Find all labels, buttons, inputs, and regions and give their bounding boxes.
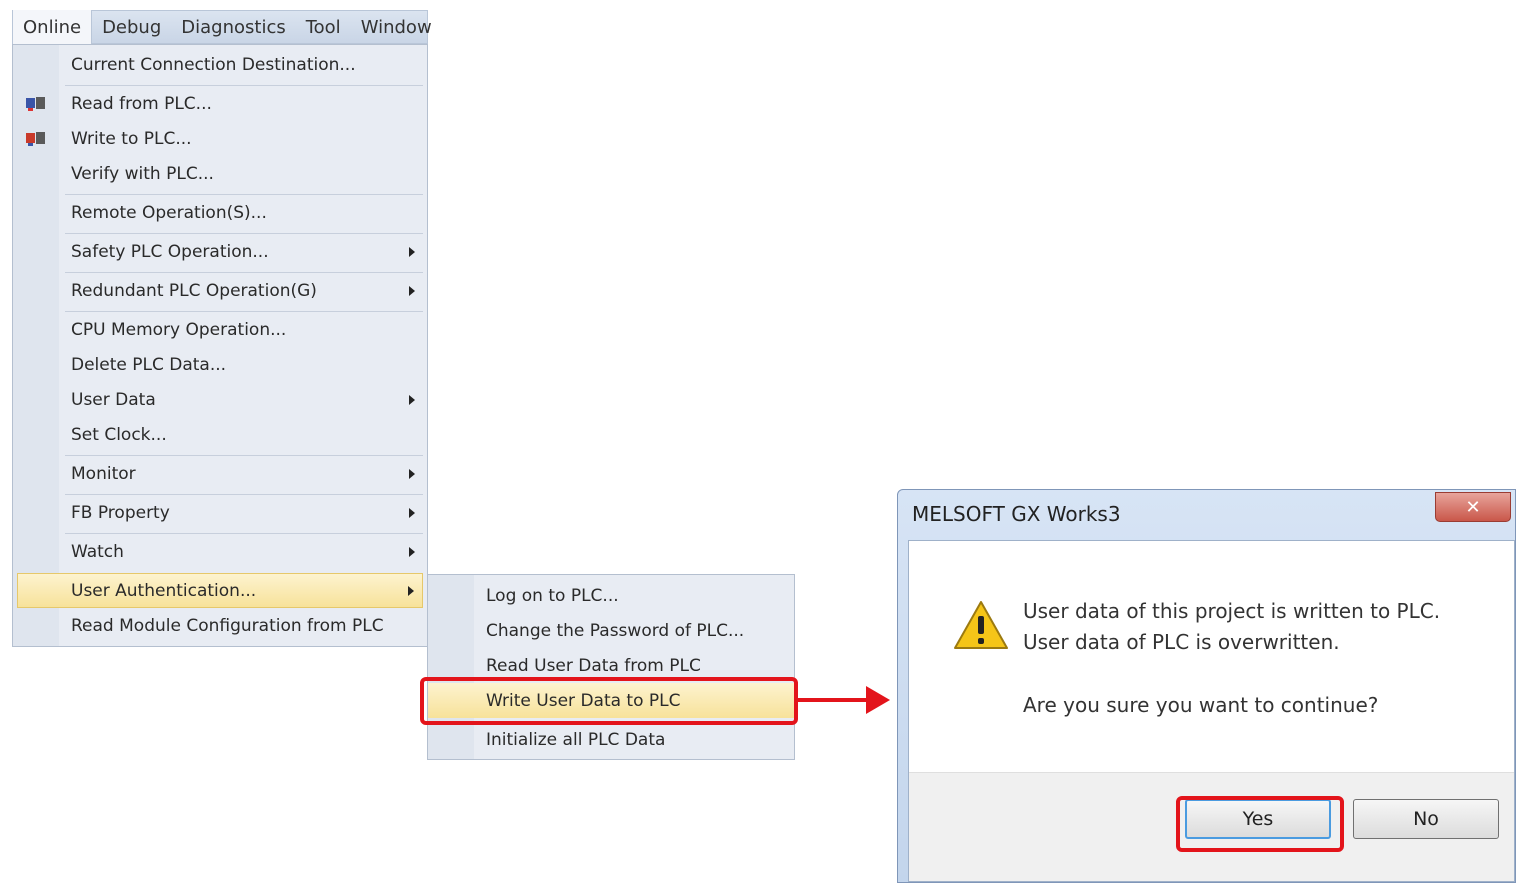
write-user-data-highlight-box <box>420 677 798 725</box>
menu-item-delete-plc-data[interactable]: Delete PLC Data... <box>13 347 427 382</box>
menu-item-label: Verify with PLC... <box>71 163 214 184</box>
menu-item-user-authentication[interactable]: User Authentication... <box>17 573 423 608</box>
submenu-item-label: Log on to PLC... <box>486 585 619 606</box>
submenu-item-initialize-plc-data[interactable]: Initialize all PLC Data <box>428 722 794 757</box>
submenu-item-label: Read User Data from PLC <box>486 655 701 676</box>
submenu-arrow-icon <box>409 546 415 557</box>
close-button[interactable]: ✕ <box>1435 492 1511 522</box>
menu-item-verify-with-plc[interactable]: Verify with PLC... <box>13 156 427 191</box>
menu-item-label: CPU Memory Operation... <box>71 319 287 340</box>
menu-item-read-from-plc[interactable]: Read from PLC... <box>13 86 427 121</box>
no-button[interactable]: No <box>1353 799 1499 839</box>
menu-item-write-to-plc[interactable]: Write to PLC... <box>13 121 427 156</box>
menu-item-label: User Authentication... <box>71 580 257 601</box>
menu-item-label: Delete PLC Data... <box>71 354 227 375</box>
submenu-arrow-icon <box>409 468 415 479</box>
menu-window[interactable]: Window <box>351 11 442 43</box>
menu-item-watch[interactable]: Watch <box>13 534 427 569</box>
submenu-arrow-icon <box>409 507 415 518</box>
menu-item-label: Remote Operation(S)... <box>71 202 267 223</box>
menu-item-label: Safety PLC Operation... <box>71 241 269 262</box>
menu-item-cpu-memory-operation[interactable]: CPU Memory Operation... <box>13 312 427 347</box>
menu-item-current-connection[interactable]: Current Connection Destination... <box>13 47 427 82</box>
menu-debug[interactable]: Debug <box>92 11 171 43</box>
menu-item-safety-plc-operation[interactable]: Safety PLC Operation... <box>13 234 427 269</box>
menu-item-user-data[interactable]: User Data <box>13 382 427 417</box>
menu-item-redundant-plc-operation[interactable]: Redundant PLC Operation(G) <box>13 273 427 308</box>
menu-item-label: Read from PLC... <box>71 93 212 114</box>
submenu-item-log-on[interactable]: Log on to PLC... <box>428 578 794 613</box>
submenu-arrow-icon <box>408 585 414 596</box>
dialog-message-line1: User data of this project is written to … <box>1023 599 1441 623</box>
warning-icon <box>953 599 1009 651</box>
dialog-question: Are you sure you want to continue? <box>1023 693 1379 717</box>
submenu-arrow-icon <box>409 246 415 257</box>
menu-item-label: FB Property <box>71 502 170 523</box>
write-plc-icon <box>25 131 47 147</box>
menu-item-label: Current Connection Destination... <box>71 54 356 75</box>
yes-button-highlight-box <box>1176 796 1344 852</box>
menu-item-label: Redundant PLC Operation(G) <box>71 280 317 301</box>
menu-item-remote-operation[interactable]: Remote Operation(S)... <box>13 195 427 230</box>
menu-item-label: Set Clock... <box>71 424 167 445</box>
online-menu: Current Connection Destination... Read f… <box>12 44 428 647</box>
dialog-title: MELSOFT GX Works3 <box>912 502 1121 526</box>
submenu-item-label: Change the Password of PLC... <box>486 620 745 641</box>
menu-tool[interactable]: Tool <box>296 11 351 43</box>
menu-item-label: Read Module Configuration from PLC <box>71 615 384 636</box>
menu-item-label: Write to PLC... <box>71 128 192 149</box>
submenu-item-label: Initialize all PLC Data <box>486 729 666 750</box>
menu-item-label: User Data <box>71 389 156 410</box>
callout-arrow-line <box>798 698 870 702</box>
submenu-arrow-icon <box>409 285 415 296</box>
menu-item-set-clock[interactable]: Set Clock... <box>13 417 427 452</box>
read-plc-icon <box>25 96 47 112</box>
menu-item-monitor[interactable]: Monitor <box>13 456 427 491</box>
dialog-message-line2: User data of PLC is overwritten. <box>1023 630 1340 654</box>
menu-item-label: Monitor <box>71 463 136 484</box>
callout-arrow-icon <box>866 686 890 714</box>
menu-online[interactable]: Online <box>13 10 93 44</box>
menu-diagnostics[interactable]: Diagnostics <box>171 11 295 43</box>
user-authentication-submenu: Log on to PLC... Change the Password of … <box>427 574 795 760</box>
menu-item-label: Watch <box>71 541 124 562</box>
menu-item-fb-property[interactable]: FB Property <box>13 495 427 530</box>
menu-item-read-module-configuration[interactable]: Read Module Configuration from PLC <box>13 608 427 643</box>
menu-bar: Online Debug Diagnostics Tool Window <box>12 10 432 44</box>
submenu-item-change-password[interactable]: Change the Password of PLC... <box>428 613 794 648</box>
close-icon: ✕ <box>1465 496 1481 518</box>
submenu-arrow-icon <box>409 394 415 405</box>
